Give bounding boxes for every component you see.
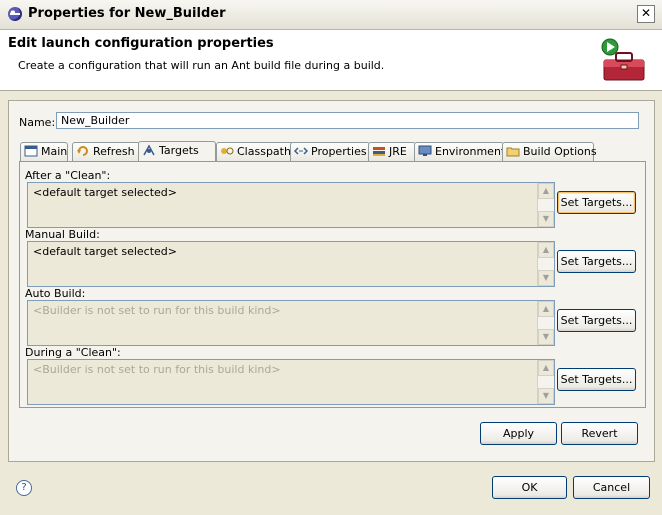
targets-text: <default target selected> [33,245,178,258]
close-button[interactable]: ✕ [637,5,655,23]
targets-text: <Builder is not set to run for this buil… [33,304,281,317]
title-bar: Properties for New_Builder ✕ [0,0,662,30]
tab-refresh[interactable]: Refresh [72,142,140,161]
properties-icon [294,147,308,155]
targets-text: <Builder is not set to run for this buil… [33,363,281,376]
refresh-icon [77,146,88,156]
classpath-icon [221,147,234,155]
targets-icon [143,144,155,156]
scroll-down-icon[interactable]: ▼ [538,270,554,286]
tab-label: Environment [435,145,506,158]
after-clean-targets[interactable]: <default target selected> ▲ ▼ [27,182,555,228]
vertical-scrollbar[interactable]: ▲ ▼ [537,183,554,227]
set-targets-button[interactable]: Set Targets... [557,250,636,273]
scroll-down-icon[interactable]: ▼ [538,388,554,404]
revert-button[interactable]: Revert [561,422,638,445]
tab-label: Refresh [93,145,135,158]
vertical-scrollbar[interactable]: ▲ ▼ [537,301,554,345]
tab-label: Build Options [523,145,597,158]
targets-text: <default target selected> [33,186,178,199]
tab-main[interactable]: Main [20,142,68,161]
vertical-scrollbar[interactable]: ▲ ▼ [537,360,554,404]
environment-icon [418,145,432,156]
help-icon[interactable]: ? [16,480,32,496]
tab-build-options[interactable]: Build Options [502,142,597,161]
set-targets-button[interactable]: Set Targets... [557,368,636,391]
config-panel: Name: Main Refresh Targets Classpath Pro… [8,100,655,462]
eclipse-icon [8,7,22,21]
main-icon [24,145,38,157]
header-banner: Edit launch configuration properties Cre… [0,30,662,91]
build-options-icon [506,147,520,157]
tab-label: Main [41,145,68,158]
name-label: Name: [19,116,56,129]
tab-properties[interactable]: Properties [290,142,370,161]
scroll-up-icon[interactable]: ▲ [538,242,554,258]
auto-build-label: Auto Build: [25,287,86,300]
set-targets-button[interactable]: Set Targets... [557,309,636,332]
window-title: Properties for New_Builder [28,6,226,21]
after-clean-label: After a "Clean": [25,169,111,182]
properties-dialog: Properties for New_Builder ✕ Edit launch… [0,0,662,515]
manual-build-targets[interactable]: <default target selected> ▲ ▼ [27,241,555,287]
ok-button[interactable]: OK [492,476,567,499]
toolbox-run-icon [601,38,645,81]
cancel-button[interactable]: Cancel [573,476,650,499]
set-targets-button[interactable]: Set Targets... [557,191,636,214]
auto-build-targets[interactable]: <Builder is not set to run for this buil… [27,300,555,346]
tab-classpath[interactable]: Classpath [216,142,294,161]
scroll-up-icon[interactable]: ▲ [538,360,554,376]
tab-label: JRE [389,145,407,158]
banner-description: Create a configuration that will run an … [18,59,385,72]
tab-label: Classpath [237,145,291,158]
scroll-up-icon[interactable]: ▲ [538,301,554,317]
tab-jre[interactable]: JRE [368,142,416,161]
banner-heading: Edit launch configuration properties [8,36,274,51]
tab-label: Targets [159,144,199,157]
scroll-down-icon[interactable]: ▼ [538,329,554,345]
name-field[interactable] [56,112,639,129]
during-clean-targets[interactable]: <Builder is not set to run for this buil… [27,359,555,405]
tab-label: Properties [311,145,367,158]
vertical-scrollbar[interactable]: ▲ ▼ [537,242,554,286]
scroll-up-icon[interactable]: ▲ [538,183,554,199]
manual-build-label: Manual Build: [25,228,100,241]
apply-button[interactable]: Apply [480,422,557,445]
tab-environment[interactable]: Environment [414,142,506,161]
tab-targets[interactable]: Targets [138,141,216,162]
scroll-down-icon[interactable]: ▼ [538,211,554,227]
jre-icon [373,147,385,156]
during-clean-label: During a "Clean": [25,346,121,359]
